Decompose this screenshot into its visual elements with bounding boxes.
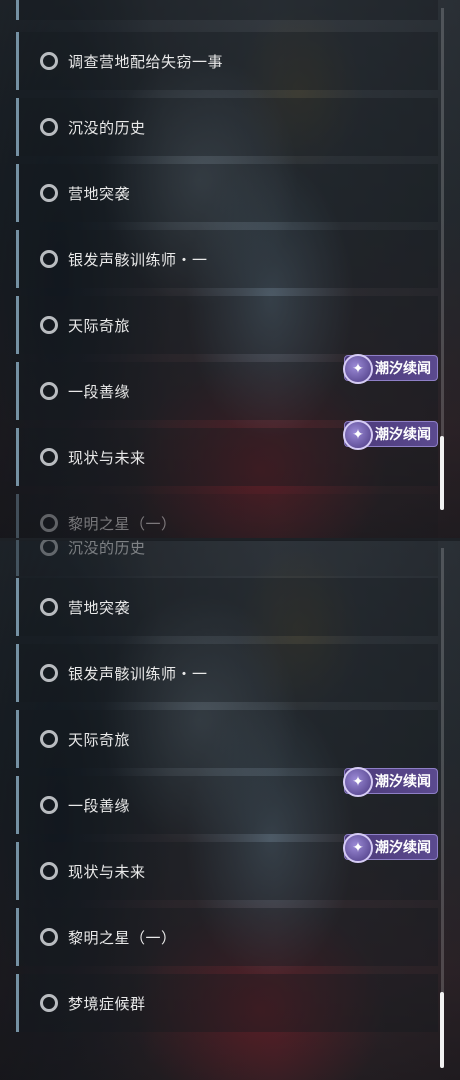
quest-label: 调查营地配给失窃一事 — [68, 52, 224, 71]
scrollbar-track[interactable] — [440, 8, 444, 510]
quest-item[interactable]: 梦境症候群 — [16, 974, 438, 1032]
empty-circle-icon — [40, 540, 58, 556]
badge-label: 潮汐续闻 — [375, 774, 431, 790]
quest-item[interactable]: 调查营地配给失窃一事 — [16, 32, 438, 90]
tide-feather-icon: ✦ — [343, 354, 373, 384]
empty-circle-icon — [40, 382, 58, 400]
scrollbar-thumb[interactable] — [440, 436, 444, 510]
empty-circle-icon — [40, 52, 58, 70]
scrollbar-thumb[interactable] — [440, 992, 444, 1068]
quest-label: 营地突袭 — [68, 598, 131, 617]
quest-item[interactable]: 银发声骸训练师・一 — [16, 230, 438, 288]
empty-circle-icon — [40, 994, 58, 1012]
empty-circle-icon — [40, 118, 58, 136]
tide-feather-icon: ✦ — [343, 767, 373, 797]
empty-circle-icon — [40, 250, 58, 268]
quest-item[interactable]: 沉没的历史 — [16, 540, 438, 576]
empty-circle-icon — [40, 598, 58, 616]
quest-item[interactable]: 黎明之星（一） — [16, 908, 438, 966]
tide-news-badge: ✦ 潮汐续闻 — [343, 833, 438, 863]
tide-news-badge: ✦ 潮汐续闻 — [343, 767, 438, 797]
quest-label: 一段善缘 — [68, 796, 131, 815]
quest-label: 一段善缘 — [68, 382, 131, 401]
quest-item[interactable]: 沉没的历史 — [16, 98, 438, 156]
empty-circle-icon — [40, 514, 58, 532]
quest-label: 黎明之星（一） — [68, 928, 177, 947]
badge-label: 潮汐续闻 — [375, 840, 431, 856]
empty-circle-icon — [40, 184, 58, 202]
empty-circle-icon — [40, 730, 58, 748]
quest-label: 沉没的历史 — [68, 118, 146, 137]
quest-item-partial[interactable] — [16, 0, 438, 20]
badge-label: 潮汐续闻 — [375, 361, 431, 377]
quest-label: 银发声骸训练师・一 — [68, 250, 208, 269]
tide-feather-icon: ✦ — [343, 833, 373, 863]
quest-label: 现状与未来 — [68, 448, 146, 467]
quest-list-panel-bottom: 沉没的历史 营地突袭 银发声骸训练师・一 天际奇旅 一段善缘 现状与未来 黎明之… — [0, 540, 460, 1080]
tide-feather-icon: ✦ — [343, 420, 373, 450]
empty-circle-icon — [40, 928, 58, 946]
quest-item[interactable]: 银发声骸训练师・一 — [16, 644, 438, 702]
badge-label: 潮汐续闻 — [375, 427, 431, 443]
quest-label: 天际奇旅 — [68, 316, 131, 335]
empty-circle-icon — [40, 448, 58, 466]
quest-label: 银发声骸训练师・一 — [68, 664, 208, 683]
quest-label: 沉没的历史 — [68, 540, 146, 557]
tide-news-badge: ✦ 潮汐续闻 — [343, 354, 438, 384]
scrollbar-track[interactable] — [440, 548, 444, 1068]
empty-circle-icon — [40, 796, 58, 814]
quest-label: 梦境症候群 — [68, 994, 146, 1013]
empty-circle-icon — [40, 664, 58, 682]
quest-label: 营地突袭 — [68, 184, 131, 203]
quest-label: 天际奇旅 — [68, 730, 131, 749]
quest-item[interactable]: 黎明之星（一） — [16, 494, 438, 540]
quest-item[interactable]: 营地突袭 — [16, 578, 438, 636]
quest-item[interactable]: 天际奇旅 — [16, 296, 438, 354]
empty-circle-icon — [40, 316, 58, 334]
tide-news-badge: ✦ 潮汐续闻 — [343, 420, 438, 450]
quest-label: 黎明之星（一） — [68, 514, 177, 533]
quest-list-panel-top: 调查营地配给失窃一事 沉没的历史 营地突袭 银发声骸训练师・一 天际奇旅 一段善… — [0, 0, 460, 540]
quest-item[interactable]: 天际奇旅 — [16, 710, 438, 768]
empty-circle-icon — [40, 862, 58, 880]
quest-label: 现状与未来 — [68, 862, 146, 881]
quest-item[interactable]: 营地突袭 — [16, 164, 438, 222]
